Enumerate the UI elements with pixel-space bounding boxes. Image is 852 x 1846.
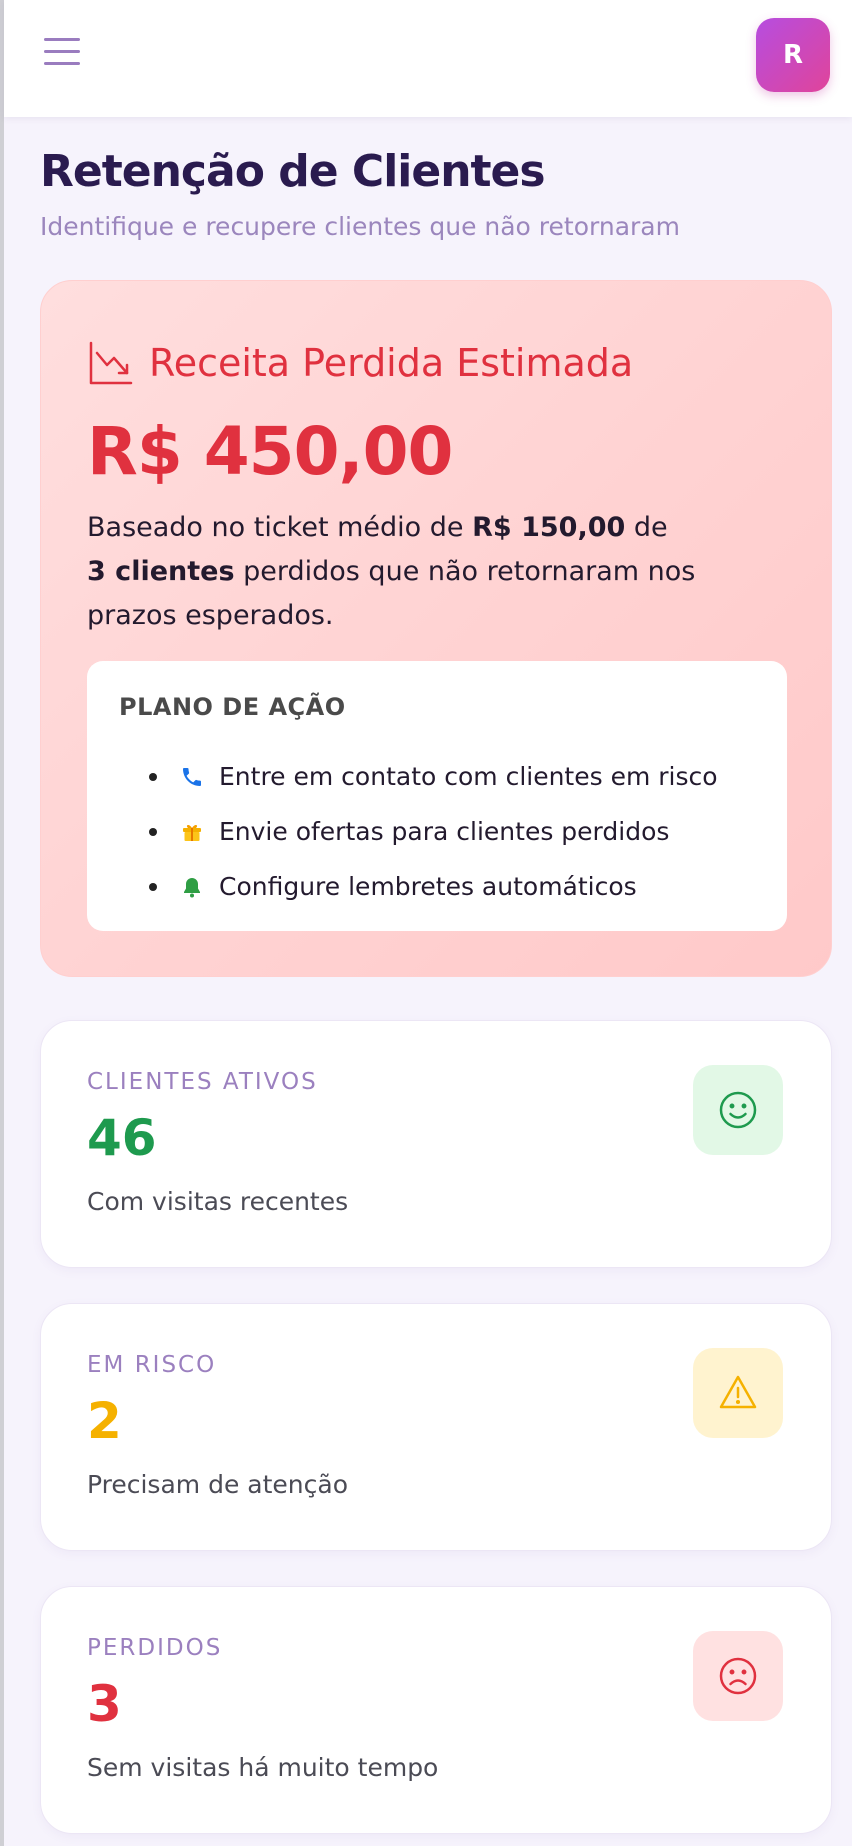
bullet: [149, 827, 157, 836]
lost-revenue-description: Baseado no ticket médio de R$ 150,00 de …: [87, 512, 696, 631]
stat-label: CLIENTES ATIVOS: [87, 1069, 318, 1095]
stat-label: EM RISCO: [87, 1352, 217, 1378]
bullet: [149, 882, 157, 891]
page: R Retenção de Clientes Identifique e rec…: [0, 0, 852, 1846]
lost-revenue-header: Receita Perdida Estimada: [87, 339, 633, 387]
stat-label: PERDIDOS: [87, 1635, 223, 1661]
stat-value: 3: [87, 1675, 122, 1733]
page-title: Retenção de Clientes: [40, 146, 546, 197]
stat-value: 2: [87, 1392, 122, 1450]
top-bar: R: [4, 0, 852, 117]
page-subtitle: Identifique e recupere clientes que não …: [40, 212, 680, 241]
action-item-label: Configure lembretes automáticos: [219, 872, 637, 901]
frown-icon: [693, 1631, 783, 1721]
stat-card-lost-clients[interactable]: PERDIDOS 3 Sem visitas há muito tempo: [40, 1586, 832, 1834]
gift-icon: [179, 819, 205, 845]
action-plan-title: PLANO DE AÇÃO: [119, 693, 346, 721]
stat-description: Precisam de atenção: [87, 1470, 348, 1499]
warning-icon: [693, 1348, 783, 1438]
hamburger-menu-icon[interactable]: [44, 38, 80, 68]
action-item: Configure lembretes automáticos: [149, 859, 718, 914]
lost-revenue-title: Receita Perdida Estimada: [149, 341, 634, 385]
user-avatar[interactable]: R: [756, 18, 830, 92]
smile-icon: [693, 1065, 783, 1155]
stat-description: Com visitas recentes: [87, 1187, 349, 1216]
action-plan-box: PLANO DE AÇÃO Entre em contato com clien…: [87, 661, 787, 931]
phone-icon: [179, 764, 205, 790]
bullet: [149, 772, 157, 781]
action-item-label: Entre em contato com clientes em risco: [219, 762, 718, 791]
stat-value: 46: [87, 1109, 157, 1167]
lost-revenue-card: Receita Perdida Estimada R$ 450,00 Basea…: [40, 280, 832, 977]
action-item: Entre em contato com clientes em risco: [149, 749, 718, 804]
lost-revenue-amount: R$ 450,00: [87, 413, 453, 490]
trending-down-chart-icon: [89, 341, 133, 385]
action-item: Envie ofertas para clientes perdidos: [149, 804, 718, 859]
stat-card-at-risk[interactable]: EM RISCO 2 Precisam de atenção: [40, 1303, 832, 1551]
action-item-label: Envie ofertas para clientes perdidos: [219, 817, 670, 846]
bell-icon: [179, 874, 205, 900]
stat-description: Sem visitas há muito tempo: [87, 1753, 439, 1782]
action-plan-list: Entre em contato com clientes em risco E…: [149, 749, 718, 914]
stat-card-active-clients[interactable]: CLIENTES ATIVOS 46 Com visitas recentes: [40, 1020, 832, 1268]
